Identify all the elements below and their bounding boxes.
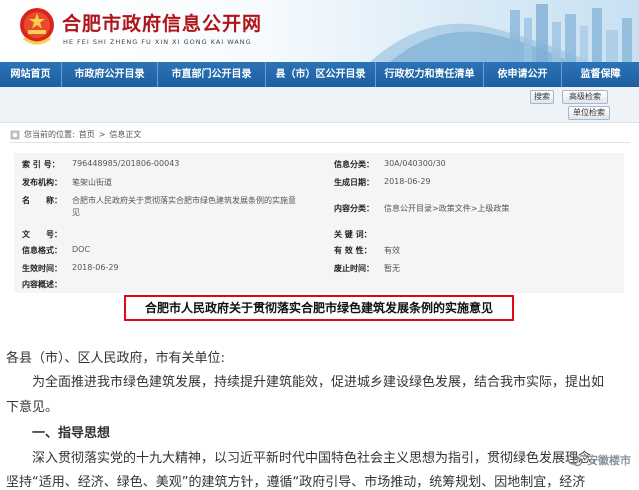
main-nav: 网站首页 市政府公开目录 市直部门公开目录 县（市）区公开目录 行政权力和责任清… xyxy=(0,62,639,87)
header-banner: 合肥市政府信息公开网 HE FEI SHI ZHENG FU XIN XI GO… xyxy=(0,0,639,62)
meta-effective: 生效时间： 2018-06-29 xyxy=(22,263,119,273)
body-line-intro: 为全面推进我市绿色建筑发展，持续提升建筑能效，促进城乡建设绿色发展，结合我市实际… xyxy=(6,375,605,390)
meta-index-no: 索 引 号： 796448985/201806-00043 xyxy=(22,159,180,169)
meta-doc-no: 文 号： xyxy=(22,230,62,239)
breadcrumb-home-link[interactable]: 首页 xyxy=(79,129,95,140)
meta-expiry: 废止时间： 暂无 xyxy=(334,264,400,273)
meta-name-line2: 见 xyxy=(72,208,80,217)
document-title: 合肥市人民政府关于贯彻落实合肥市绿色建筑发展条例的实施意见 xyxy=(124,295,514,321)
watermark-text: 安徽楼市 xyxy=(587,454,631,467)
nav-item-power-list[interactable]: 行政权力和责任清单 xyxy=(376,62,484,87)
meta-keyword: 关 键 词： xyxy=(334,230,372,239)
meta-publisher: 发布机构： 笔架山街道 xyxy=(22,178,112,187)
nav-item-apply-disclosure[interactable]: 依申请公开 xyxy=(484,62,562,87)
nav-item-home[interactable]: 网站首页 xyxy=(0,62,62,87)
section-heading: 一、指导思想 xyxy=(6,426,111,441)
site-subtitle: HE FEI SHI ZHENG FU XIN XI GONG KAI WANG xyxy=(63,38,252,46)
meta-name-line1: 合肥市人民政府关于贯彻落实合肥市绿色建筑发展条例的实施意 xyxy=(72,196,296,205)
body-line-intro-end: 下意见。 xyxy=(6,400,59,415)
site-title[interactable]: 合肥市政府信息公开网 xyxy=(62,9,262,36)
body-line-guiding-2: 坚持“适用、经济、绿色、美观”的建筑方针，遵循“政府引导、市场推动，统筹规划、因… xyxy=(6,475,586,490)
search-strip: 搜索 高级检索 单位检索 xyxy=(0,87,639,123)
advanced-search-button[interactable]: 高级检索 xyxy=(562,90,608,104)
breadcrumb-prefix: 您当前的位置: xyxy=(24,130,75,139)
national-emblem-icon xyxy=(20,8,54,45)
meta-category: 信息分类： 30A/040300/30 xyxy=(334,159,446,169)
unit-search-button[interactable]: 单位检索 xyxy=(568,106,610,120)
meta-date: 生成日期： 2018-06-29 xyxy=(334,177,431,187)
meta-name: 名 称： 合肥市人民政府关于贯彻落实合肥市绿色建筑发展条例的实施意 见 xyxy=(22,196,296,217)
nav-item-city-gov-catalog[interactable]: 市政府公开目录 xyxy=(62,62,158,87)
meta-summary: 内容概述： xyxy=(22,280,62,289)
location-icon xyxy=(10,130,20,139)
meta-format: 信息格式： DOC xyxy=(22,245,91,255)
meta-validity: 有 效 性： 有效 xyxy=(334,246,400,255)
nav-item-dept-catalog[interactable]: 市直部门公开目录 xyxy=(158,62,266,87)
breadcrumb-current: 信息正文 xyxy=(109,130,142,139)
meta-content-category: 内容分类： 信息公开目录>政策文件>上级政策 xyxy=(334,204,510,213)
watermark: 安徽楼市 xyxy=(567,452,631,468)
body-line-salutation: 各县（市）、区人民政府，市有关单位: xyxy=(6,351,225,366)
search-button[interactable]: 搜索 xyxy=(530,90,554,104)
nav-item-supervision[interactable]: 监督保障 xyxy=(562,62,639,87)
nav-item-county-catalog[interactable]: 县（市）区公开目录 xyxy=(266,62,376,87)
document-meta-table: 索 引 号： 796448985/201806-00043 信息分类： 30A/… xyxy=(14,153,624,293)
wechat-logo-icon xyxy=(567,453,583,467)
breadcrumb-separator: > xyxy=(98,130,106,139)
body-line-guiding-1: 深入贯彻落实党的十九大精神，以习近平新时代中国特色社会主义思想为指引，贯彻绿色发… xyxy=(6,451,605,466)
city-skyline-illustration xyxy=(370,4,632,62)
breadcrumb: 您当前的位置: 首页 > 信息正文 xyxy=(10,127,630,143)
